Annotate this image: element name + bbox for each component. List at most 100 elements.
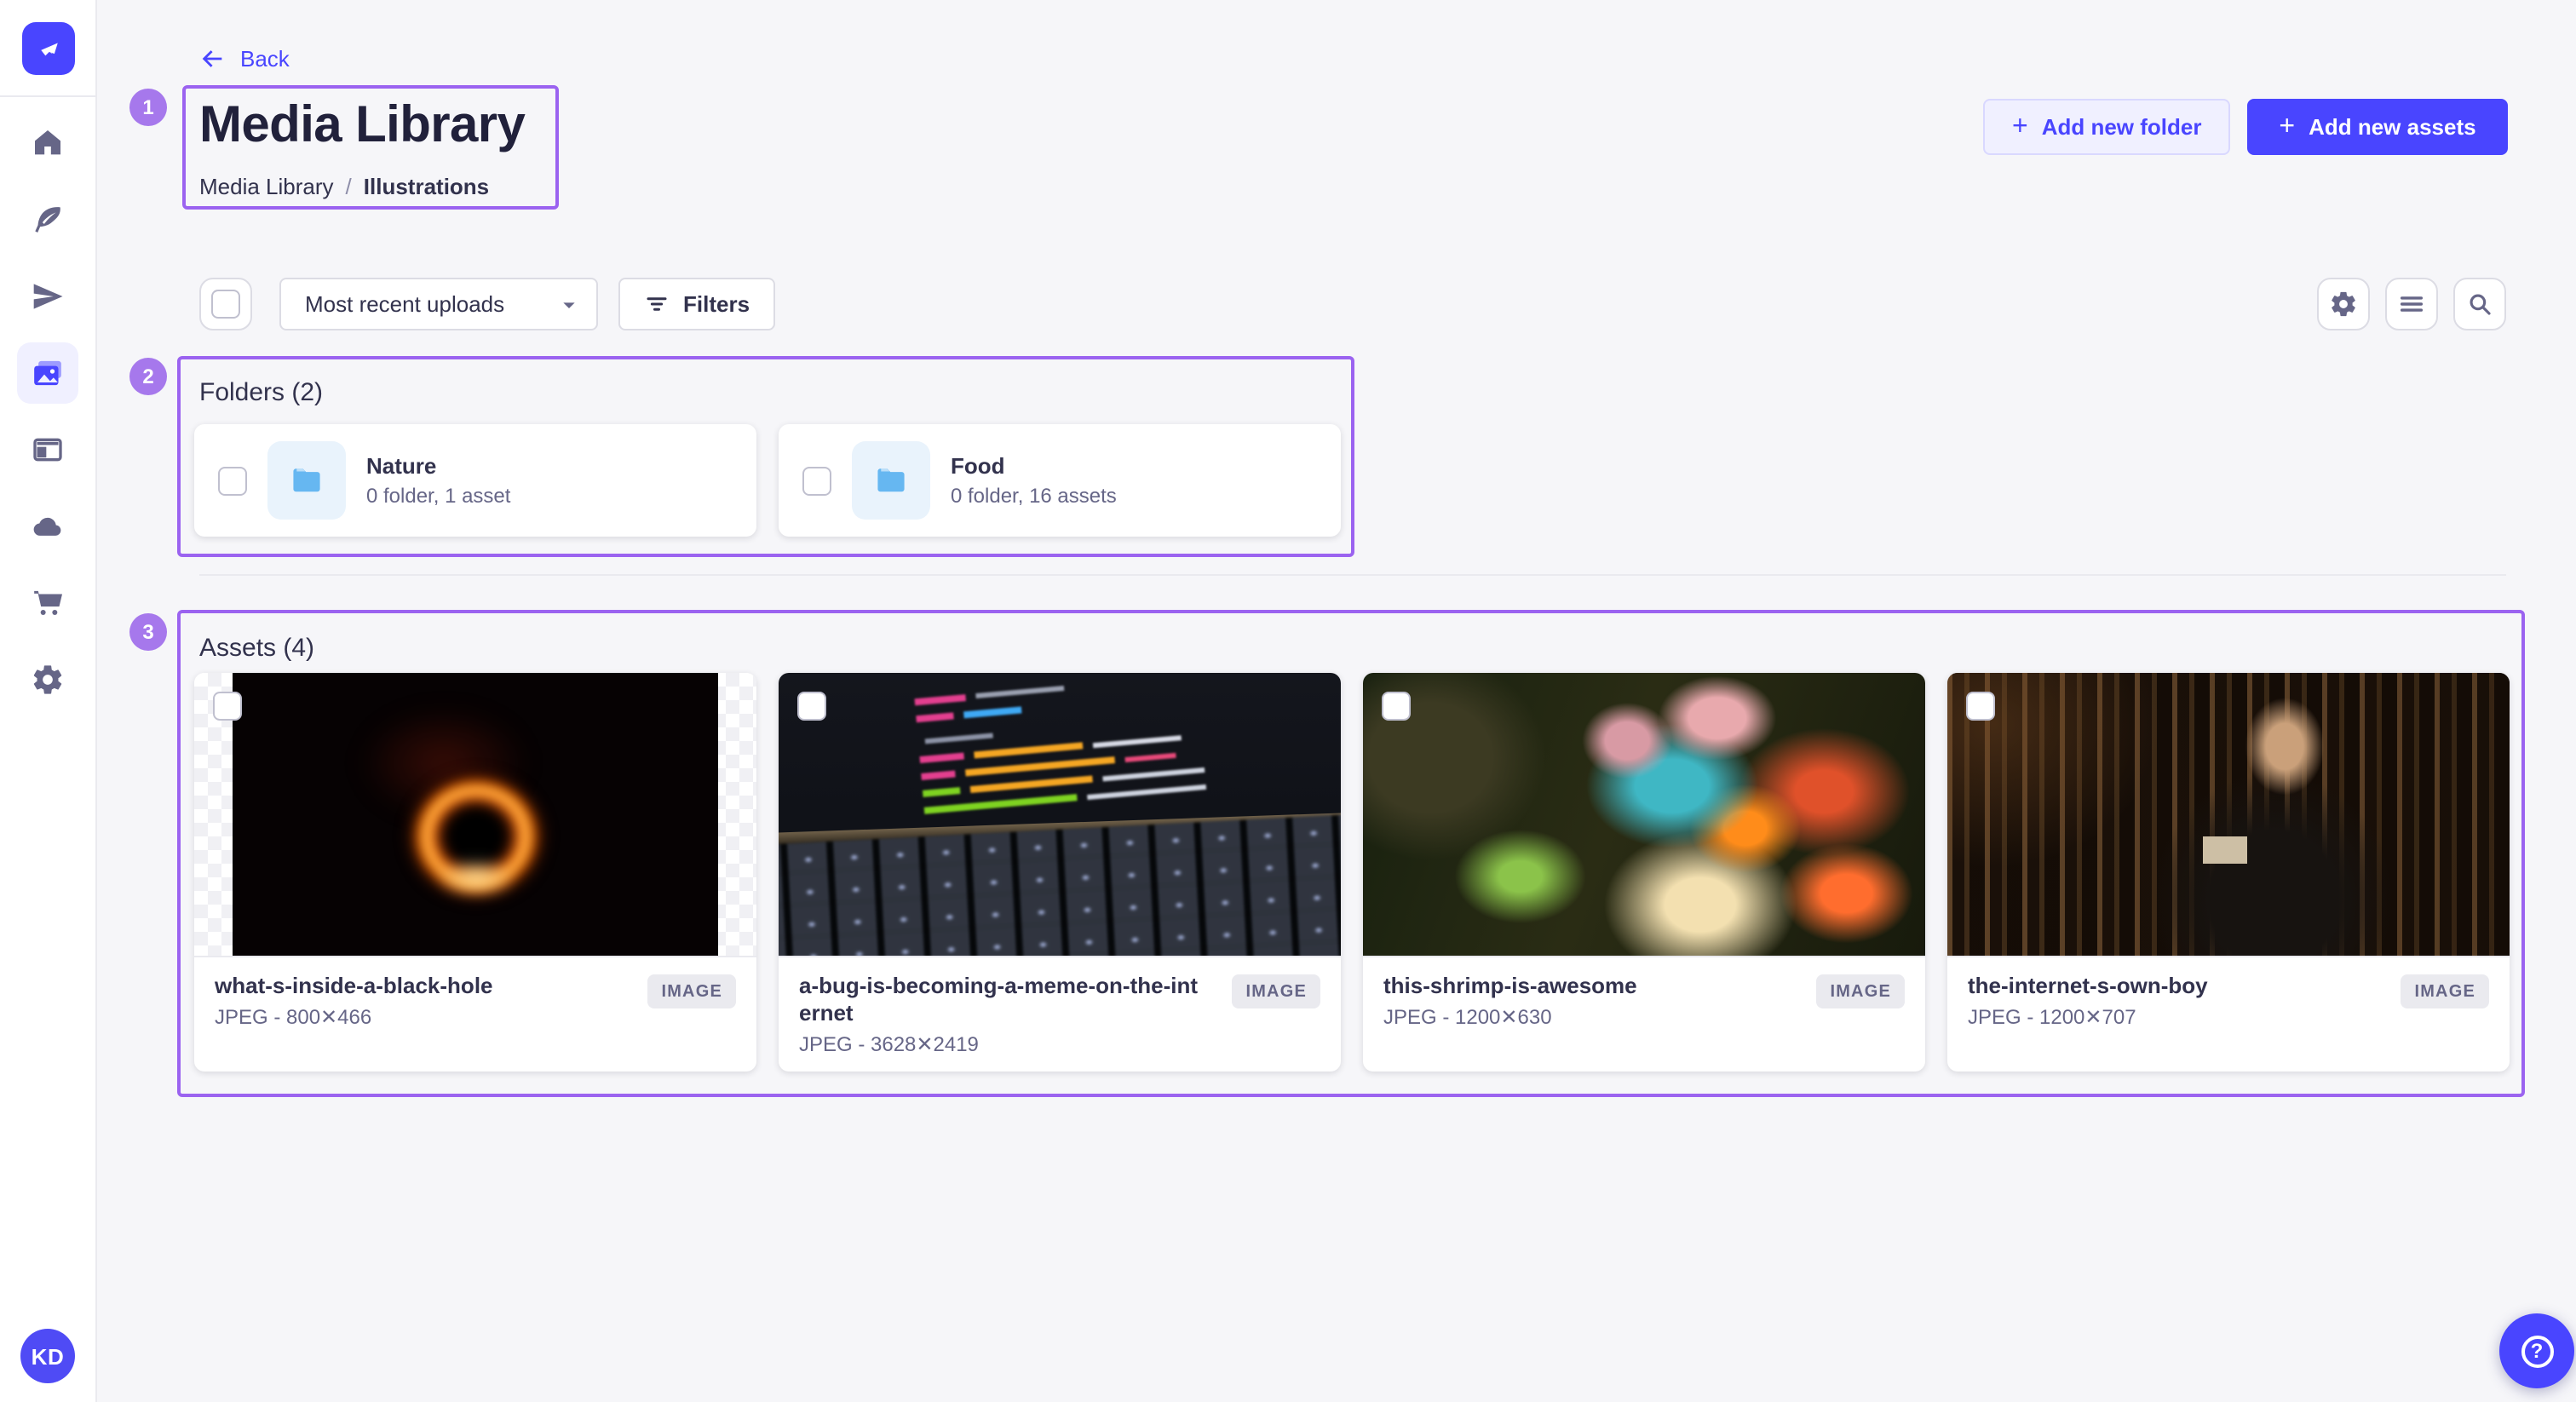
add-new-folder-label: Add new folder <box>2042 114 2202 140</box>
asset-name: the-internet-s-own-boy <box>1968 973 2208 1000</box>
gear-icon <box>31 663 65 697</box>
section-divider <box>199 574 2506 576</box>
folder-name: Food <box>951 453 1117 479</box>
asset-card-internets-own-boy[interactable]: the-internet-s-own-boy JPEG - 1200✕707 I… <box>1947 673 2510 1072</box>
folder-icon <box>872 462 910 499</box>
asset-meta: JPEG - 1200✕630 <box>1383 1005 1637 1029</box>
asset-preview <box>779 673 1341 957</box>
folder-card-food[interactable]: Food 0 folder, 16 assets <box>779 424 1341 537</box>
asset-footer: what-s-inside-a-black-hole JPEG - 800✕46… <box>194 957 756 1029</box>
asset-checkbox[interactable] <box>213 692 242 721</box>
sidebar: KD <box>0 0 97 1402</box>
asset-type-badge: IMAGE <box>2401 974 2489 1008</box>
breadcrumb-current: Illustrations <box>364 174 489 199</box>
asset-preview <box>1363 673 1925 957</box>
select-all-checkbox[interactable] <box>211 290 240 319</box>
laptop-code-image <box>779 673 1341 956</box>
asset-meta: JPEG - 1200✕707 <box>1968 1005 2208 1029</box>
add-new-assets-button[interactable]: + Add new assets <box>2247 99 2508 155</box>
media-library-icon <box>31 356 65 390</box>
sidebar-item-content[interactable] <box>17 189 78 250</box>
arrow-left-icon <box>198 44 227 73</box>
filters-label: Filters <box>683 291 750 317</box>
cloud-icon <box>31 509 65 543</box>
folder-name: Nature <box>366 453 510 479</box>
asset-name: what-s-inside-a-black-hole <box>215 973 493 1000</box>
asset-meta: JPEG - 3628✕2419 <box>799 1032 1201 1056</box>
asset-checkbox[interactable] <box>1382 692 1411 721</box>
annotation-badge-3: 3 <box>129 613 167 651</box>
filter-icon <box>644 291 670 317</box>
folder-checkbox[interactable] <box>218 466 247 495</box>
asset-name: a-bug-is-becoming-a-meme-on-the-internet <box>799 973 1201 1027</box>
black-hole-image <box>233 673 718 956</box>
back-label: Back <box>240 46 290 72</box>
feather-icon <box>31 203 65 237</box>
asset-name: this-shrimp-is-awesome <box>1383 973 1637 1000</box>
filters-button[interactable]: Filters <box>618 278 775 330</box>
folder-meta: 0 folder, 1 asset <box>366 484 510 508</box>
sort-dropdown[interactable]: Most recent uploads <box>279 278 598 330</box>
layout-icon <box>31 433 65 467</box>
add-new-assets-label: Add new assets <box>2309 114 2476 140</box>
asset-meta: JPEG - 800✕466 <box>215 1005 493 1029</box>
list-view-button[interactable] <box>2385 278 2438 330</box>
select-all-container <box>199 278 252 330</box>
asset-footer: the-internet-s-own-boy JPEG - 1200✕707 I… <box>1947 957 2510 1029</box>
paper-plane-icon <box>31 279 65 313</box>
asset-type-badge: IMAGE <box>1816 974 1905 1008</box>
asset-card-bug-meme[interactable]: a-bug-is-becoming-a-meme-on-the-internet… <box>779 673 1341 1072</box>
plus-icon: + <box>2279 113 2295 141</box>
sidebar-item-marketplace[interactable] <box>17 572 78 634</box>
home-icon <box>31 126 65 160</box>
add-new-folder-button[interactable]: + Add new folder <box>1983 99 2230 155</box>
asset-card-black-hole[interactable]: what-s-inside-a-black-hole JPEG - 800✕46… <box>194 673 756 1072</box>
question-mark-icon: ? <box>2521 1335 2553 1367</box>
sidebar-item-send[interactable] <box>17 266 78 327</box>
annotation-badge-2: 2 <box>129 358 167 395</box>
sort-value: Most recent uploads <box>305 291 504 317</box>
folder-meta: 0 folder, 16 assets <box>951 484 1117 508</box>
sidebar-item-settings[interactable] <box>17 649 78 710</box>
back-link[interactable]: Back <box>198 44 290 73</box>
list-icon <box>2397 290 2426 319</box>
sidebar-nav <box>0 112 95 710</box>
cart-icon <box>31 586 65 620</box>
asset-type-badge: IMAGE <box>1232 974 1320 1008</box>
strapi-logo[interactable] <box>22 22 75 75</box>
sidebar-item-home[interactable] <box>17 112 78 174</box>
sidebar-item-cloud[interactable] <box>17 496 78 557</box>
breadcrumb-separator: / <box>346 174 352 199</box>
folder-checkbox[interactable] <box>802 466 831 495</box>
folder-tile <box>267 441 346 520</box>
sidebar-item-content-type-builder[interactable] <box>17 419 78 480</box>
asset-footer: a-bug-is-becoming-a-meme-on-the-internet… <box>779 957 1341 1056</box>
help-button[interactable]: ? <box>2499 1313 2574 1388</box>
plus-icon: + <box>2012 113 2028 141</box>
folders-heading: Folders (2) <box>199 378 323 407</box>
assets-heading: Assets (4) <box>199 634 314 663</box>
avatar[interactable]: KD <box>20 1329 75 1383</box>
asset-checkbox[interactable] <box>1966 692 1995 721</box>
asset-preview <box>194 673 756 957</box>
sidebar-item-media-library[interactable] <box>17 342 78 404</box>
library-image <box>1947 673 2510 956</box>
breadcrumb-parent[interactable]: Media Library <box>199 174 334 199</box>
folder-card-nature[interactable]: Nature 0 folder, 1 asset <box>194 424 756 537</box>
asset-checkbox[interactable] <box>797 692 826 721</box>
sidebar-divider <box>0 95 95 97</box>
breadcrumb: Media Library / Illustrations <box>199 174 489 199</box>
asset-preview <box>1947 673 2510 957</box>
folder-tile <box>852 441 930 520</box>
folder-icon <box>288 462 325 499</box>
search-icon <box>2465 290 2494 319</box>
shrimp-image <box>1363 673 1925 956</box>
gear-icon <box>2329 290 2358 319</box>
page-title: Media Library <box>199 97 525 155</box>
view-settings-button[interactable] <box>2317 278 2370 330</box>
asset-type-badge: IMAGE <box>647 974 736 1008</box>
search-button[interactable] <box>2453 278 2506 330</box>
asset-footer: this-shrimp-is-awesome JPEG - 1200✕630 I… <box>1363 957 1925 1029</box>
asset-card-shrimp[interactable]: this-shrimp-is-awesome JPEG - 1200✕630 I… <box>1363 673 1925 1072</box>
chevron-down-icon <box>555 290 583 318</box>
